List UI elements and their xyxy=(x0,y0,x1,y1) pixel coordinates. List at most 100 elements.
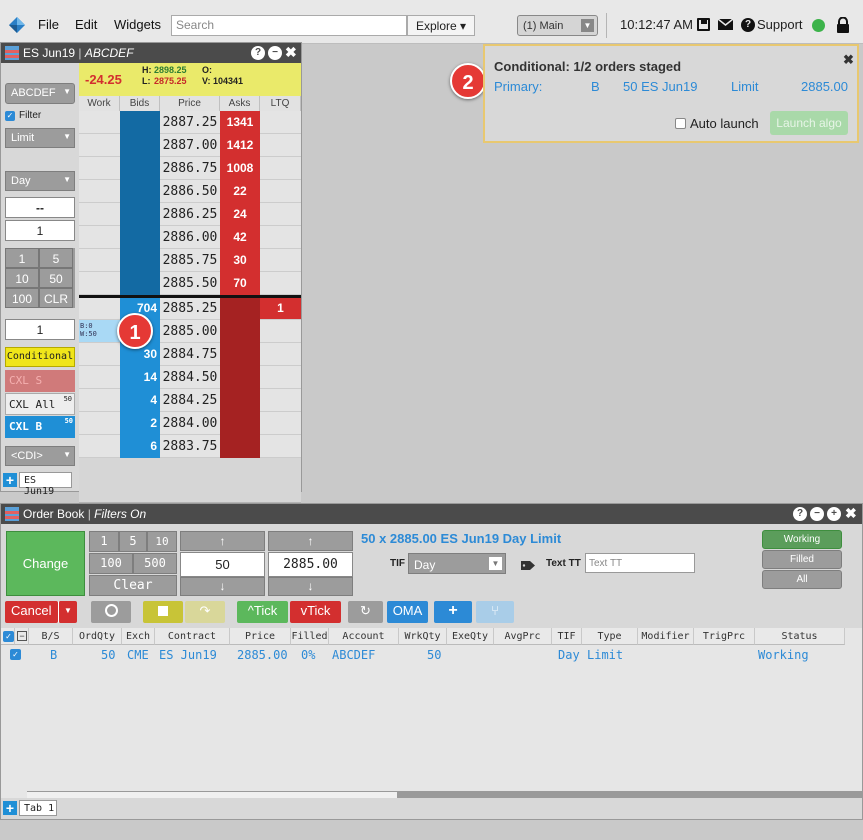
minimize-icon[interactable]: − xyxy=(810,507,824,521)
explore-button[interactable]: Explore ▾ xyxy=(407,15,475,36)
ladder-row[interactable]: 2 2884.00 xyxy=(79,412,301,435)
ladder-row[interactable]: 2886.50 22 xyxy=(79,180,301,203)
ob-quantity-input[interactable]: 50 xyxy=(180,552,265,577)
work-cell[interactable] xyxy=(79,111,120,134)
menu-file[interactable]: File xyxy=(38,17,59,32)
add-tab-icon[interactable]: + xyxy=(3,801,17,815)
ob-qty-button-100[interactable]: 100 xyxy=(89,553,133,574)
ladder-row[interactable]: 6 2883.75 xyxy=(79,435,301,458)
table-row[interactable]: ✓ B 50 CME ES Jun19 2885.00 0% ABCDEF 50… xyxy=(1,646,862,663)
ob-qty-button-5[interactable]: 5 xyxy=(119,531,147,552)
col-header-filled[interactable]: Filled xyxy=(291,628,329,645)
col-header-exch[interactable]: Exch xyxy=(122,628,155,645)
launch-algo-button[interactable]: Launch algo xyxy=(770,111,848,135)
resume-button[interactable]: ↷ xyxy=(185,601,225,623)
close-icon[interactable]: ✖ xyxy=(285,44,297,61)
work-cell[interactable] xyxy=(79,412,120,435)
bid-cell[interactable] xyxy=(120,272,160,295)
menu-widgets[interactable]: Widgets xyxy=(114,17,161,32)
work-cell[interactable] xyxy=(79,389,120,412)
ladder-row[interactable]: 4 2884.25 xyxy=(79,389,301,412)
order-book-titlebar[interactable]: Order Book | Filters On ? − + ✖ xyxy=(1,504,862,524)
work-cell[interactable] xyxy=(79,366,120,389)
tab-1[interactable]: Tab 1 xyxy=(19,800,57,816)
qty-button-5[interactable]: 5 xyxy=(39,248,73,268)
col-header-price[interactable]: Price xyxy=(230,628,291,645)
col-header-modifier[interactable]: Modifier xyxy=(638,628,694,645)
col-header-account[interactable]: Account xyxy=(329,628,399,645)
qty-up-button[interactable]: ↑ xyxy=(180,531,265,551)
work-cell[interactable] xyxy=(79,157,120,180)
col-header-trigprc[interactable]: TrigPrc xyxy=(694,628,755,645)
ob-qty-button-500[interactable]: 500 xyxy=(133,553,177,574)
oma-button[interactable]: OMA xyxy=(387,601,428,623)
bid-cell[interactable]: 2 xyxy=(120,412,160,435)
bid-cell[interactable] xyxy=(120,111,160,134)
history-button[interactable] xyxy=(91,601,131,623)
search-input[interactable]: Search xyxy=(171,15,407,36)
bid-cell[interactable]: 6 xyxy=(120,435,160,458)
bid-cell[interactable] xyxy=(120,180,160,203)
work-cell[interactable] xyxy=(79,272,120,295)
qty-clear-button[interactable]: CLR xyxy=(39,288,73,308)
ob-clear-button[interactable]: Clear xyxy=(89,575,177,596)
bid-cell[interactable]: 4 xyxy=(120,389,160,412)
cancel-all-button[interactable]: CXL All 50 xyxy=(5,393,75,415)
row-checkbox[interactable]: ✓ xyxy=(10,649,21,660)
text-tt-input[interactable]: Text TT xyxy=(585,553,695,573)
add-order-button[interactable]: + xyxy=(434,601,472,623)
ask-cell[interactable]: 42 xyxy=(220,226,260,249)
ladder-row[interactable]: 2887.00 1412 xyxy=(79,134,301,157)
cancel-button[interactable]: Cancel xyxy=(5,601,58,623)
help-icon[interactable]: ? xyxy=(251,46,265,60)
ask-cell[interactable]: 24 xyxy=(220,203,260,226)
tick-down-button[interactable]: vTick xyxy=(290,601,341,623)
change-button[interactable]: Change xyxy=(6,531,85,596)
workspace-select[interactable]: (1) Main ▼ xyxy=(517,15,598,36)
add-icon[interactable]: + xyxy=(827,507,841,521)
col-header-tif[interactable]: TIF xyxy=(552,628,582,645)
ladder-row[interactable]: 2887.25 1341 xyxy=(79,111,301,134)
quantity-field[interactable]: 1 xyxy=(5,220,75,241)
refresh-button[interactable]: ↻ xyxy=(348,601,383,623)
ask-cell[interactable] xyxy=(220,412,260,435)
ob-price-input[interactable]: 2885.00 xyxy=(268,552,353,577)
ladder-row[interactable]: 2886.75 1008 xyxy=(79,157,301,180)
col-header-type[interactable]: Type xyxy=(582,628,638,645)
work-cell[interactable] xyxy=(79,435,120,458)
bid-cell[interactable] xyxy=(120,249,160,272)
qty-button-50[interactable]: 50 xyxy=(39,268,73,288)
ask-cell[interactable]: 1412 xyxy=(220,134,260,157)
close-icon[interactable]: ✖ xyxy=(845,505,857,522)
qty-button-1[interactable]: 1 xyxy=(5,248,39,268)
bid-cell[interactable] xyxy=(120,157,160,180)
col-header-ordqty[interactable]: OrdQty xyxy=(73,628,122,645)
qty-down-button[interactable]: ↓ xyxy=(180,577,265,596)
work-cell[interactable] xyxy=(79,249,120,272)
col-header-status[interactable]: Status xyxy=(755,628,845,645)
select-all-checkbox[interactable]: ✓ xyxy=(3,631,14,642)
tick-up-button[interactable]: ^Tick xyxy=(237,601,288,623)
lock-icon[interactable] xyxy=(836,16,850,33)
cancel-buys-button[interactable]: CXL B 50 xyxy=(5,416,75,438)
ladder-row[interactable]: 2885.75 30 xyxy=(79,249,301,272)
add-tab-icon[interactable]: + xyxy=(3,473,17,487)
ask-cell[interactable]: 22 xyxy=(220,180,260,203)
help-icon[interactable]: ? xyxy=(741,18,755,32)
ask-cell[interactable] xyxy=(220,297,260,320)
menu-edit[interactable]: Edit xyxy=(75,17,97,32)
col-header-bs[interactable]: B/S xyxy=(29,628,73,645)
collapse-icon[interactable]: − xyxy=(17,631,27,641)
col-header-exeqty[interactable]: ExeQty xyxy=(447,628,494,645)
ask-cell[interactable] xyxy=(220,435,260,458)
col-header-avgprc[interactable]: AvgPrc xyxy=(494,628,552,645)
minimize-icon[interactable]: − xyxy=(268,46,282,60)
bid-cell[interactable] xyxy=(120,203,160,226)
bid-cell[interactable]: 14 xyxy=(120,366,160,389)
ask-cell[interactable] xyxy=(220,389,260,412)
auto-launch-checkbox[interactable] xyxy=(675,118,686,129)
tif-select[interactable]: Day ▼ xyxy=(5,171,75,191)
md-trader-titlebar[interactable]: ES Jun19 | ABCDEF ? − ✖ xyxy=(1,43,301,63)
filter-filled-button[interactable]: Filled xyxy=(762,550,842,569)
ladder-row[interactable]: 2885.50 70 xyxy=(79,272,301,295)
